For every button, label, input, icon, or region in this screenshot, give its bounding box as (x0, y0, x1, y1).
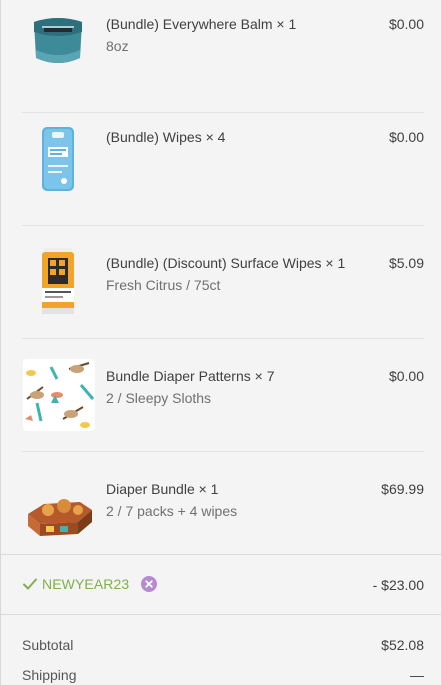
discount-code-tag: NEWYEAR23 (22, 576, 158, 592)
item-name: Diaper Bundle × 1 (106, 481, 219, 497)
item-price: $0.00 (388, 129, 424, 145)
wipes-pack-image (42, 127, 74, 191)
item-name: (Bundle) Everywhere Balm × 1 (106, 16, 297, 32)
item-variant: 2 / 7 packs + 4 wipes (106, 503, 238, 519)
item-price: $0.00 (388, 368, 424, 384)
item-name: (Bundle) Wipes × 4 (106, 129, 226, 145)
discount-row: NEWYEAR23 - $23.00 (1, 554, 441, 615)
line-item: (Bundle) Wipes × 4 $0.00 (22, 113, 424, 226)
item-variant: 8oz (106, 38, 129, 54)
subtotal-label: Subtotal (22, 637, 74, 653)
diaper-box-image (28, 499, 92, 536)
shipping-row: Shipping — (22, 667, 424, 684)
discount-amount: - $23.00 (372, 577, 424, 593)
line-item: (Bundle) Everywhere Balm × 1 8oz $0.00 (22, 0, 424, 113)
item-variant: Fresh Citrus / 75ct (106, 277, 221, 293)
line-item: (Bundle) (Discount) Surface Wipes × 1 Fr… (22, 226, 424, 339)
balm-jar-image (34, 18, 82, 63)
item-price: $69.99 (381, 481, 424, 497)
check-icon (23, 578, 37, 590)
sloth-pattern-image (23, 359, 95, 431)
item-variant: 2 / Sleepy Sloths (106, 390, 212, 406)
surface-wipes-image (42, 248, 74, 314)
line-items: (Bundle) Everywhere Balm × 1 8oz $0.00 (… (1, 0, 441, 565)
subtotal-value: $52.08 (381, 637, 424, 653)
subtotal-row: Subtotal $52.08 (22, 637, 424, 654)
remove-discount-icon[interactable] (141, 576, 158, 592)
item-price: $0.00 (388, 16, 424, 32)
discount-code: NEWYEAR23 (42, 576, 130, 592)
line-item: Diaper Bundle × 1 2 / 7 packs + 4 wipes … (22, 452, 424, 565)
line-item: Bundle Diaper Patterns × 7 2 / Sleepy Sl… (22, 339, 424, 452)
shipping-value: — (410, 667, 424, 683)
order-summary: (Bundle) Everywhere Balm × 1 8oz $0.00 (… (0, 0, 442, 685)
shipping-label: Shipping (22, 667, 77, 683)
item-price: $5.09 (388, 255, 424, 271)
item-name: Bundle Diaper Patterns × 7 (106, 368, 275, 384)
item-name: (Bundle) (Discount) Surface Wipes × 1 (106, 255, 346, 271)
